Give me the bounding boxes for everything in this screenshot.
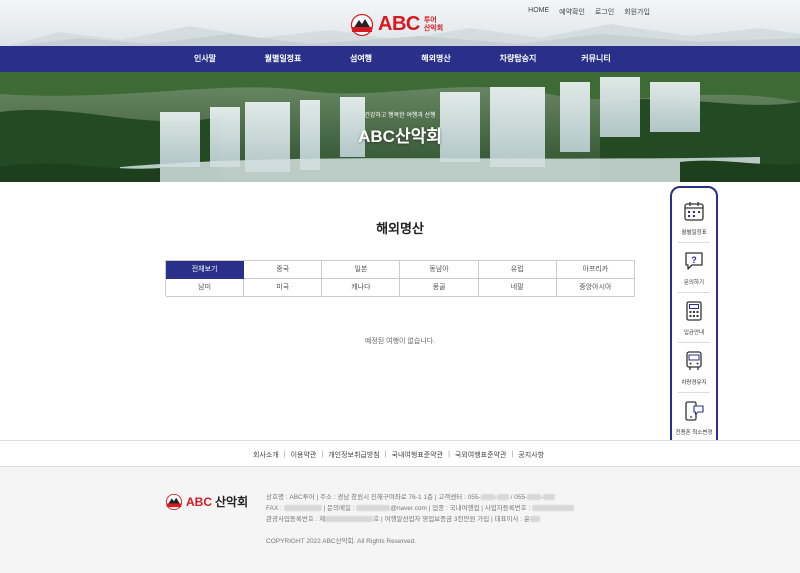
footer-logo-abc: ABC: [186, 494, 212, 509]
bus-icon: [683, 350, 705, 372]
redacted-text: [480, 494, 495, 501]
nav-item-community[interactable]: 커뮤니티: [581, 46, 610, 72]
company-info: 상호명 : ABC투어 | 주소 : 경남 창원시 진해구여좌로 76-1 1층…: [266, 492, 575, 525]
footer-link-privacy[interactable]: 개인정보취급방침: [328, 450, 380, 460]
category-mongolia[interactable]: 몽골: [400, 279, 479, 297]
hero-banner: 건강하고 행복한 여행과 산행 ABC산악회: [0, 72, 800, 182]
company-info-text: / 055-: [508, 494, 528, 501]
home-link[interactable]: HOME: [528, 7, 549, 17]
footer-links-bar: 회사소개 | 이용약관 | 개인정보취급방침 | 국내여행표준약관 | 국외여행…: [0, 440, 800, 467]
top-utility-nav: HOME 예약확인 로그인 회원가입: [528, 7, 650, 17]
quick-monthly-schedule[interactable]: 월별일정표: [672, 200, 716, 236]
logo-mountain-badge-icon: [350, 13, 374, 36]
hero-subtitle: 건강하고 행복한 여행과 산행: [364, 113, 436, 119]
company-info-line-3: 관광사업등록번호 : 제 호 | 여행알선업자 영업보증금 3천만원 가입 | 대…: [266, 514, 574, 525]
category-china[interactable]: 중국: [244, 261, 323, 279]
quick-label: 전용폰 최소변경: [675, 430, 713, 436]
nav-item-greeting[interactable]: 인사말: [194, 46, 216, 72]
company-info-text: 호 | 여행알선업자 영업보증금 3천만원 가입 | 대표이사 : 윤: [373, 516, 530, 523]
category-central-asia[interactable]: 중앙아시아: [556, 279, 635, 297]
quick-label: 문의하기: [683, 280, 705, 286]
category-all[interactable]: 전체보기: [166, 261, 245, 279]
login-link[interactable]: 로그인: [595, 7, 614, 17]
company-info-line-1: 상호명 : ABC투어 | 주소 : 경남 창원시 진해구여좌로 76-1 1층…: [266, 492, 574, 503]
quick-divider: [678, 292, 710, 293]
footer-separator: |: [448, 451, 450, 458]
category-europe[interactable]: 유럽: [478, 261, 557, 279]
redacted-text: [356, 505, 391, 512]
question-chat-icon: ?: [683, 250, 705, 272]
calendar-icon: [683, 200, 705, 222]
hero-title: ABC산악회: [358, 127, 442, 146]
quick-inquiry[interactable]: ? 문의하기: [672, 250, 716, 286]
phone-chat-icon: [683, 400, 705, 422]
footer-link-about[interactable]: 회사소개: [253, 450, 279, 460]
footer-separator: |: [283, 451, 286, 458]
footer-links-row: 회사소개 | 이용약관 | 개인정보취급방침 | 국내여행표준약관 | 국외여행…: [253, 441, 544, 468]
signup-link[interactable]: 회원가입: [624, 7, 650, 17]
company-info-text: 상호명 : ABC투어 | 주소 : 경남 창원시 진해구여좌로 76-1 1층…: [266, 494, 481, 501]
category-canada[interactable]: 캐나다: [322, 279, 401, 297]
quick-vehicle-stops[interactable]: 차량경유지: [672, 350, 716, 386]
company-info-line-2: FAX : | 문의메일 : @naver.com | 업종 : 국내여행업 |…: [266, 503, 575, 514]
category-south-america[interactable]: 남미: [166, 279, 245, 297]
footer-separator: |: [511, 451, 514, 458]
category-africa[interactable]: 아프리카: [556, 261, 635, 279]
calculator-icon: [683, 300, 705, 322]
quick-deposit-info[interactable]: 입금안내: [672, 300, 716, 336]
nav-item-boarding-points[interactable]: 차량탑승지: [500, 46, 537, 72]
quick-divider: [678, 342, 710, 343]
logo-sub-club: 산악회: [423, 24, 444, 32]
redacted-text: [325, 516, 374, 523]
redacted-text: [543, 494, 556, 501]
footer-logo: ABC 산악회: [165, 493, 248, 510]
quick-menu: 월별일정표 ? 문의하기 입금안내 차량경유지 전용폰 최소변경: [670, 186, 718, 470]
redacted-text: [283, 505, 322, 512]
site-header: HOME 예약확인 로그인 회원가입 ABC 투어 산악회: [0, 0, 800, 46]
footer-separator: |: [321, 451, 324, 458]
footer-link-terms[interactable]: 이용약관: [291, 450, 317, 460]
logo-subtitle: 투어 산악회: [424, 17, 443, 33]
logo-sub-tour: 투어: [423, 16, 437, 24]
page: HOME 예약확인 로그인 회원가입 ABC 투어 산악회 인사말 월별일정표 …: [0, 0, 800, 573]
quick-label: 입금안내: [683, 330, 705, 336]
company-info-text: FAX :: [266, 505, 284, 512]
quick-divider: [678, 392, 710, 393]
redacted-text: [496, 494, 509, 501]
quick-label: 차량경유지: [681, 380, 707, 386]
quick-divider: [678, 242, 710, 243]
category-nepal[interactable]: 네팔: [478, 279, 557, 297]
company-info-text: 관광사업등록번호 : 제: [266, 516, 326, 523]
reservation-check-link[interactable]: 예약확인: [559, 7, 585, 17]
footer-link-overseas-terms[interactable]: 국외여행표준약관: [455, 450, 507, 460]
category-japan[interactable]: 일본: [322, 261, 401, 279]
nav-item-monthly-schedule[interactable]: 월별일정표: [265, 46, 302, 72]
footer-separator: |: [384, 451, 387, 458]
company-info-text: | 문의메일 :: [321, 505, 357, 512]
nav-item-overseas-mountains[interactable]: 해외명산: [421, 46, 450, 72]
site-logo[interactable]: ABC 투어 산악회: [350, 13, 443, 36]
footer-link-notice[interactable]: 공지사항: [518, 450, 544, 460]
redacted-text: [529, 516, 540, 523]
footer-logo-club: 산악회: [215, 495, 249, 509]
category-usa[interactable]: 미국: [244, 279, 323, 297]
quick-phone-change[interactable]: 전용폰 최소변경: [672, 400, 716, 436]
footer-logo-badge-icon: [165, 493, 183, 510]
redacted-text: [532, 505, 575, 512]
copyright: COPYRIGHT 2022 ABC산악회. All Rights Reserv…: [266, 538, 417, 545]
quick-label: 월별일정표: [681, 230, 707, 236]
company-info-text: @naver.com | 업종 : 국내여행업 | 사업자등록번호 :: [390, 505, 533, 512]
nav-item-island-trip[interactable]: 섬여행: [350, 46, 372, 72]
footer-link-domestic-terms[interactable]: 국내여행표준약관: [392, 450, 444, 460]
category-southeast-asia[interactable]: 동남아: [400, 261, 479, 279]
logo-abc-text: ABC: [378, 13, 420, 35]
main-nav: 인사말 월별일정표 섬여행 해외명산 차량탑승지 커뮤니티: [0, 46, 800, 72]
category-filter-grid: 전체보기 중국 일본 동남아 유럽 아프리카 남미 미국 캐나다 몽골 네팔 중…: [165, 260, 635, 297]
svg-text:?: ?: [691, 255, 697, 265]
redacted-text: [527, 494, 542, 501]
